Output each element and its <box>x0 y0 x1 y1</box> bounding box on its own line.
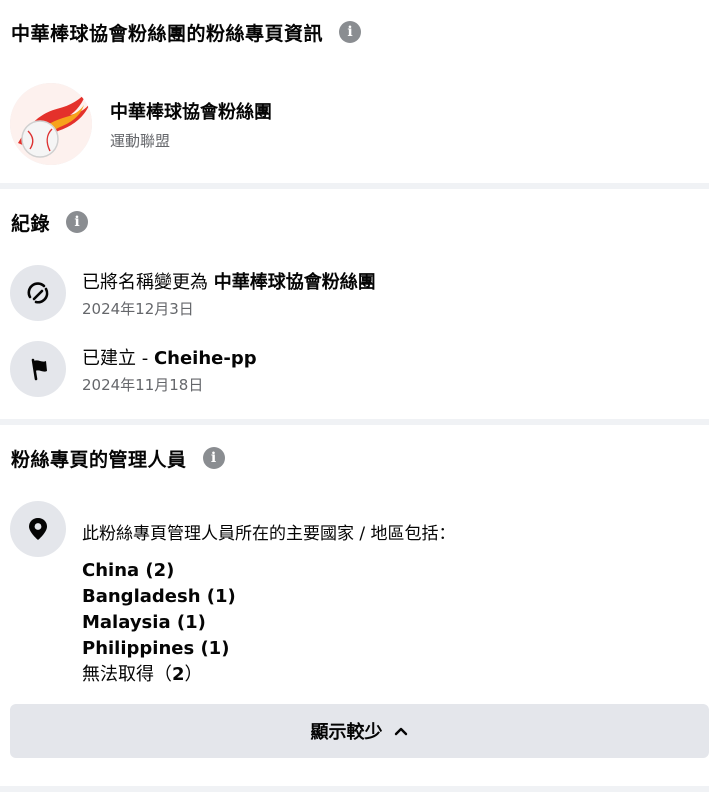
about-header: 中華棒球協會粉絲團的粉絲專頁資訊 i <box>0 0 709 64</box>
location-pin-icon <box>10 501 66 557</box>
history-date: 2024年11月18日 <box>82 375 204 394</box>
country-item: China (2) <box>82 560 175 581</box>
info-icon[interactable]: i <box>202 447 225 469</box>
page-profile[interactable]: 中華棒球協會粉絲團 運動聯盟 <box>0 74 709 174</box>
history-title: 紀錄 <box>11 212 51 235</box>
history-header: 紀錄 i <box>0 189 709 255</box>
history-bold: Cheihe-pp <box>153 347 257 369</box>
admins-title: 粉絲專頁的管理人員 <box>11 448 187 471</box>
country-item: Bangladesh (1) <box>82 586 236 607</box>
page-category: 運動聯盟 <box>110 131 171 150</box>
section-divider <box>0 786 709 792</box>
chevron-up-icon <box>394 727 407 736</box>
unavailable-close: ） <box>184 664 203 685</box>
country-unavailable: 無法取得（2） <box>82 662 456 688</box>
info-icon[interactable]: i <box>339 21 362 43</box>
history-date: 2024年12月3日 <box>82 299 194 318</box>
edit-name-icon <box>10 265 66 321</box>
history-text: 已將名稱變更為 <box>82 271 214 293</box>
unavailable-count: 2 <box>172 664 185 685</box>
page-avatar[interactable] <box>10 83 92 165</box>
country-item: Philippines (1) <box>82 638 230 659</box>
history-section: 紀錄 i 已將名稱變更為 中華棒球協會粉絲團 2024年12月3日 已建立 - … <box>0 189 709 419</box>
admin-locations-intro: 此粉絲專頁管理人員所在的主要國家 / 地區包括： <box>82 524 456 544</box>
admin-locations: 此粉絲專頁管理人員所在的主要國家 / 地區包括： China (2) Bangl… <box>0 501 709 688</box>
show-less-label: 顯示較少 <box>310 722 383 743</box>
info-icon[interactable]: i <box>66 211 89 233</box>
about-title: 中華棒球協會粉絲團的粉絲專頁資訊 <box>11 22 324 45</box>
about-section: 中華棒球協會粉絲團的粉絲專頁資訊 i 中華棒球協會粉絲團 運動聯盟 <box>0 0 709 183</box>
history-bold: 中華棒球協會粉絲團 <box>213 271 376 293</box>
history-item: 已建立 - Cheihe-pp 2024年11月18日 <box>0 331 709 407</box>
unavailable-label: 無法取得（ <box>82 664 172 685</box>
history-text: 已建立 - <box>82 347 154 369</box>
show-less-button[interactable]: 顯示較少 <box>10 704 709 758</box>
admins-section: 粉絲專頁的管理人員 i 此粉絲專頁管理人員所在的主要國家 / 地區包括： Chi… <box>0 425 709 786</box>
admins-header: 粉絲專頁的管理人員 i <box>0 425 709 491</box>
flag-icon <box>10 341 66 397</box>
page-name[interactable]: 中華棒球協會粉絲團 <box>110 98 272 124</box>
history-item: 已將名稱變更為 中華棒球協會粉絲團 2024年12月3日 <box>0 255 709 331</box>
country-item: Malaysia (1) <box>82 612 206 633</box>
